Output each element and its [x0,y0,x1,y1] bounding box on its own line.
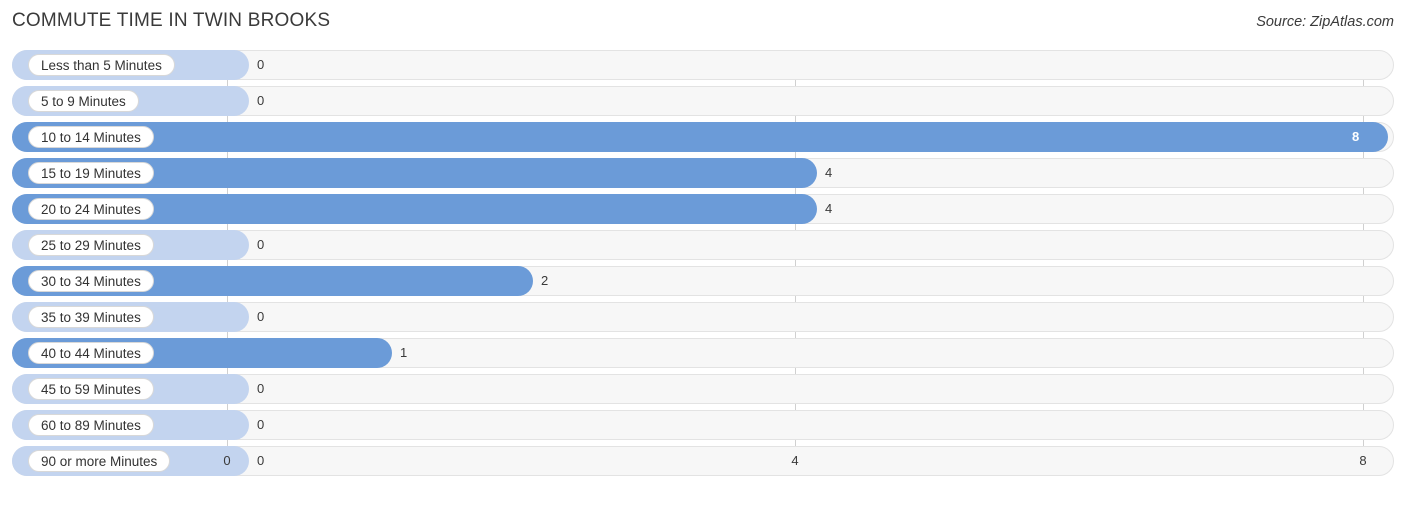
value-label: 8 [1352,129,1360,144]
table-row: 20 to 24 Minutes 4 [12,194,1394,224]
table-row: 45 to 59 Minutes 0 [12,374,1394,404]
source-attribution: Source: ZipAtlas.com [1256,14,1394,30]
value-label: 0 [257,381,265,396]
value-label: 0 [257,417,265,432]
x-axis: 0 4 8 [12,447,1394,483]
table-row: 15 to 19 Minutes 4 [12,158,1394,188]
plot-area: Less than 5 Minutes 0 5 to 9 Minutes 0 1… [12,50,1394,483]
table-row: 40 to 44 Minutes 1 [12,338,1394,368]
value-label: 2 [541,273,549,288]
x-axis-tick: 4 [791,453,799,468]
category-label: 25 to 29 Minutes [28,234,154,256]
value-label: 4 [825,165,833,180]
category-label: 40 to 44 Minutes [28,342,154,364]
category-label: 60 to 89 Minutes [28,414,154,436]
table-row: 25 to 29 Minutes 0 [12,230,1394,260]
bar[interactable] [12,122,1388,152]
category-label: 15 to 19 Minutes [28,162,154,184]
value-label: 1 [400,345,408,360]
x-axis-tick: 8 [1359,453,1367,468]
value-label: 0 [257,309,265,324]
chart-container: COMMUTE TIME IN TWIN BROOKS Source: ZipA… [0,0,1406,523]
category-label: 20 to 24 Minutes [28,198,154,220]
table-row: 5 to 9 Minutes 0 [12,86,1394,116]
value-label: 0 [257,237,265,252]
table-row: Less than 5 Minutes 0 [12,50,1394,80]
category-label: Less than 5 Minutes [28,54,175,76]
category-label: 30 to 34 Minutes [28,270,154,292]
table-row: 10 to 14 Minutes 8 [12,122,1394,152]
category-label: 45 to 59 Minutes [28,378,154,400]
category-label: 35 to 39 Minutes [28,306,154,328]
category-label: 5 to 9 Minutes [28,90,139,112]
page-title: COMMUTE TIME IN TWIN BROOKS [12,10,331,31]
table-row: 35 to 39 Minutes 0 [12,302,1394,332]
value-label: 4 [825,201,833,216]
bar-rows: Less than 5 Minutes 0 5 to 9 Minutes 0 1… [12,50,1394,476]
table-row: 30 to 34 Minutes 2 [12,266,1394,296]
value-label: 0 [257,93,265,108]
category-label: 10 to 14 Minutes [28,126,154,148]
value-label: 0 [257,57,265,72]
x-axis-tick: 0 [223,453,231,468]
table-row: 60 to 89 Minutes 0 [12,410,1394,440]
